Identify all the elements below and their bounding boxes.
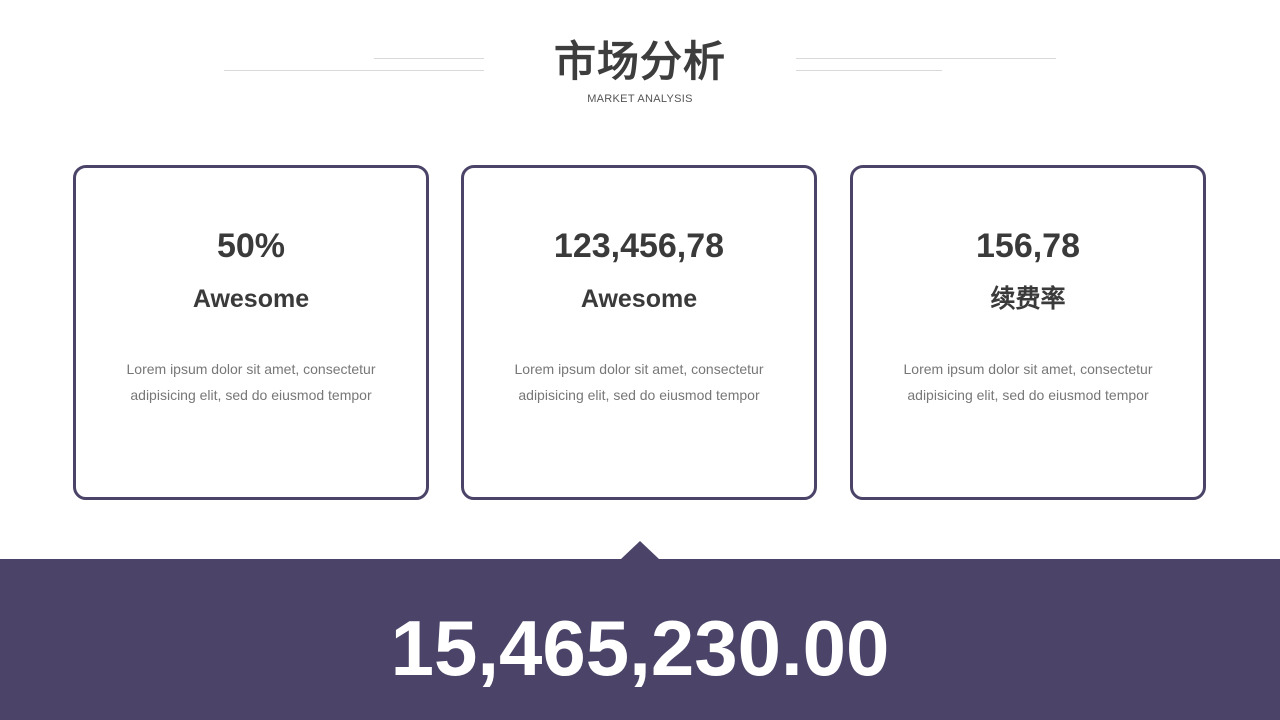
stat-card-description: Lorem ipsum dolor sit amet, consectetur … bbox=[903, 361, 1153, 403]
stat-card-3: 156,78 续费率 Lorem ipsum dolor sit amet, c… bbox=[850, 165, 1206, 500]
page-subtitle: MARKET ANALYSIS bbox=[587, 93, 693, 105]
stat-card-1: 50% Awesome Lorem ipsum dolor sit amet, … bbox=[73, 165, 429, 500]
stat-card-label: Awesome bbox=[192, 285, 310, 313]
stat-card-description: Lorem ipsum dolor sit amet, consectetur … bbox=[514, 361, 764, 403]
stat-card-value: 50% bbox=[216, 227, 286, 265]
stat-card-value: 156,78 bbox=[976, 227, 1080, 265]
stat-card-value: 123,456,78 bbox=[553, 227, 725, 265]
stat-card-description: Lorem ipsum dolor sit amet, consectetur … bbox=[126, 361, 376, 403]
stat-card-label: 续费率 bbox=[990, 284, 1066, 313]
stat-card-2: 123,456,78 Awesome Lorem ipsum dolor sit… bbox=[461, 165, 817, 500]
summary-total-value: 15,465,230.00 bbox=[390, 604, 890, 692]
band-pointer-triangle bbox=[621, 541, 659, 559]
page-title: 市场分析 bbox=[553, 37, 726, 86]
stat-card-label: Awesome bbox=[580, 285, 698, 313]
